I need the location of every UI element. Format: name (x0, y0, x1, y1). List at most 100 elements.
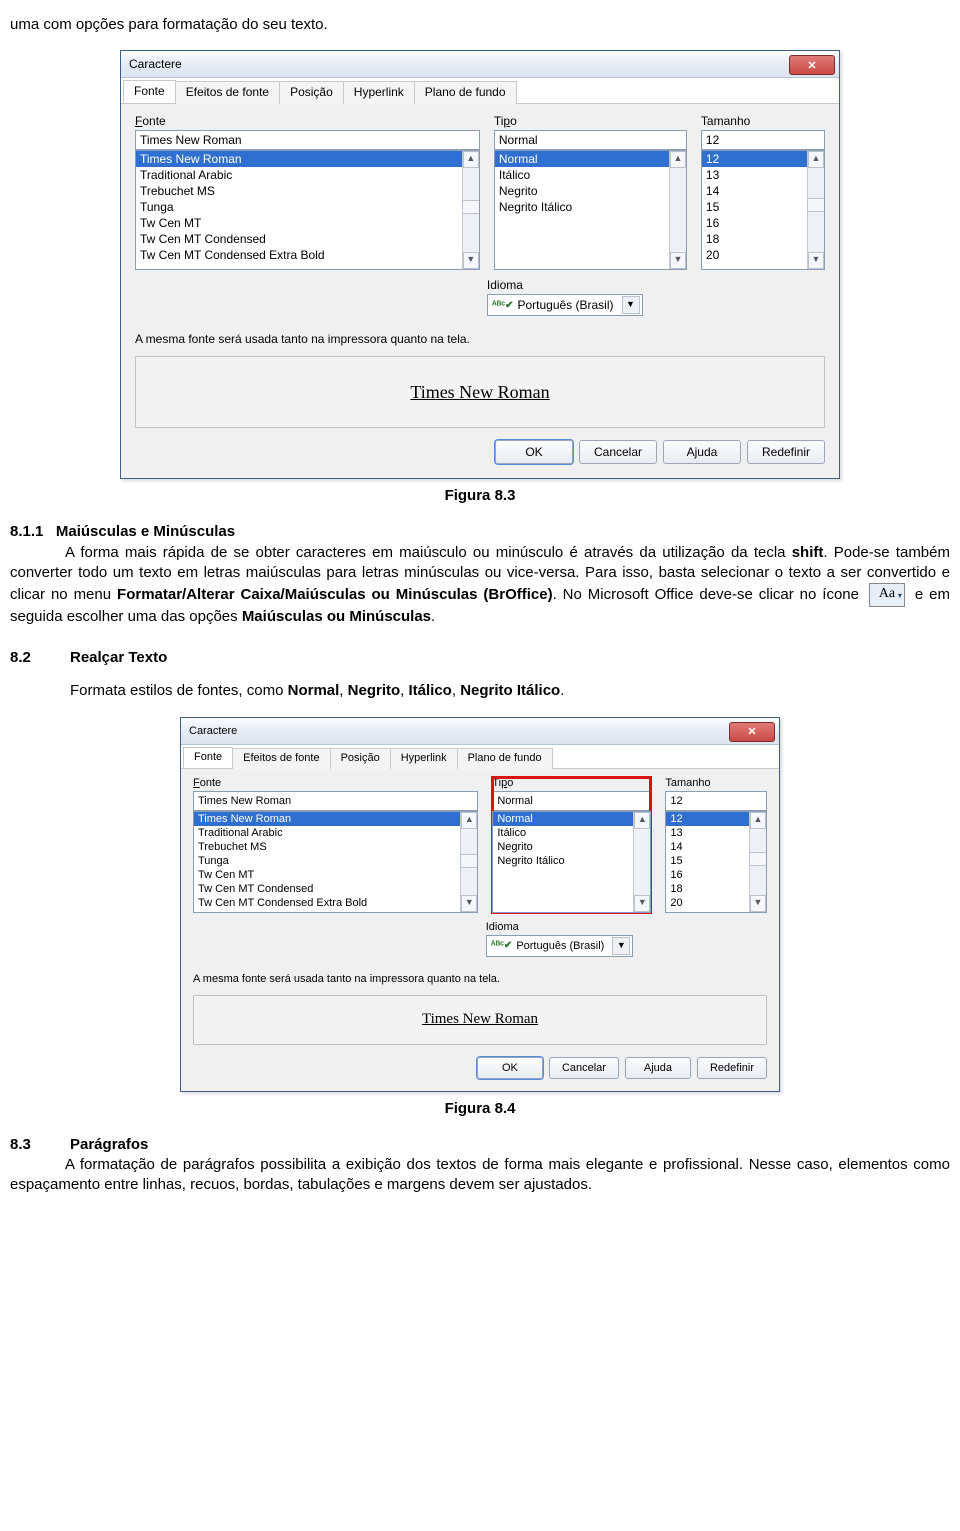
tab-posicao[interactable]: Posição (279, 81, 344, 104)
spellcheck-icon: ᴬᴮᶜ✔ (492, 300, 514, 311)
scrollbar[interactable]: ▲ ▼ (633, 812, 650, 912)
list-item[interactable]: Itálico (493, 826, 634, 840)
tab-hyperlink[interactable]: Hyperlink (390, 748, 458, 769)
scroll-down-icon[interactable]: ▼ (634, 895, 650, 912)
cancel-button[interactable]: Cancelar (549, 1057, 619, 1079)
list-item[interactable]: Negrito (493, 840, 634, 854)
list-item[interactable]: Times New Roman (194, 812, 461, 826)
list-item[interactable]: 16 (666, 868, 750, 882)
tamanho-input[interactable] (665, 791, 767, 811)
tamanho-listbox[interactable]: 12 13 14 15 16 18 20 ▲ ▼ (701, 150, 825, 270)
font-listbox[interactable]: Times New Roman Traditional Arabic Trebu… (193, 811, 478, 913)
tamanho-listbox[interactable]: 12 13 14 15 16 18 20 ▲ ▼ (665, 811, 767, 913)
scroll-down-icon[interactable]: ▼ (461, 895, 477, 912)
idioma-combo[interactable]: ᴬᴮᶜ✔ Português (Brasil) ▼ (486, 935, 634, 957)
close-icon[interactable]: ✕ (729, 722, 775, 742)
tab-plano-fundo[interactable]: Plano de fundo (457, 748, 553, 769)
scroll-thumb[interactable] (807, 198, 825, 212)
scroll-up-icon[interactable]: ▲ (808, 151, 824, 168)
scrollbar[interactable]: ▲ ▼ (749, 812, 766, 912)
list-item[interactable]: Tw Cen MT Condensed Extra Bold (136, 247, 463, 263)
scroll-up-icon[interactable]: ▲ (461, 812, 477, 829)
chevron-down-icon[interactable]: ▼ (622, 296, 640, 314)
list-item[interactable]: 18 (702, 231, 808, 247)
list-item[interactable]: Normal (495, 151, 670, 167)
tab-plano-fundo[interactable]: Plano de fundo (414, 81, 517, 104)
list-item[interactable]: Itálico (495, 167, 670, 183)
list-item[interactable]: Tunga (136, 199, 463, 215)
font-input[interactable] (193, 791, 478, 811)
close-icon[interactable]: ✕ (789, 55, 835, 75)
list-item[interactable]: 15 (702, 199, 808, 215)
scrollbar[interactable]: ▲ ▼ (807, 151, 824, 269)
scrollbar[interactable]: ▲ ▼ (669, 151, 686, 269)
list-item[interactable]: Trebuchet MS (136, 183, 463, 199)
list-item[interactable]: Traditional Arabic (194, 826, 461, 840)
list-item[interactable]: Traditional Arabic (136, 167, 463, 183)
list-item[interactable]: Tw Cen MT (136, 215, 463, 231)
tab-fonte[interactable]: Fonte (183, 747, 233, 768)
reset-button[interactable]: Redefinir (697, 1057, 767, 1079)
idioma-combo[interactable]: ᴬᴮᶜ✔ Português (Brasil) ▼ (487, 294, 643, 316)
list-item[interactable]: Tw Cen MT Condensed (136, 231, 463, 247)
list-item[interactable]: 14 (666, 840, 750, 854)
titlebar: Caractere ✕ (121, 51, 839, 78)
list-item[interactable]: Tw Cen MT (194, 868, 461, 882)
scroll-down-icon[interactable]: ▼ (750, 895, 766, 912)
list-item[interactable]: 12 (702, 151, 808, 167)
list-item[interactable]: Negrito Itálico (493, 854, 634, 868)
list-item[interactable]: 18 (666, 882, 750, 896)
list-item[interactable]: 20 (702, 247, 808, 263)
tipo-input[interactable] (492, 791, 651, 811)
font-listbox[interactable]: Times New Roman Traditional Arabic Trebu… (135, 150, 480, 270)
tipo-input[interactable] (494, 130, 687, 150)
scroll-up-icon[interactable]: ▲ (463, 151, 479, 168)
list-item[interactable]: Tunga (194, 854, 461, 868)
tab-efeitos[interactable]: Efeitos de fonte (232, 748, 330, 769)
scroll-thumb[interactable] (462, 200, 480, 214)
tab-posicao[interactable]: Posição (330, 748, 391, 769)
figure-caption-83: Figura 8.3 (10, 487, 950, 504)
list-item[interactable]: 16 (702, 215, 808, 231)
help-button[interactable]: Ajuda (663, 440, 741, 464)
list-item[interactable]: 13 (702, 167, 808, 183)
list-item[interactable]: Trebuchet MS (194, 840, 461, 854)
tab-hyperlink[interactable]: Hyperlink (343, 81, 415, 104)
scrollbar[interactable]: ▲ ▼ (460, 812, 477, 912)
list-item[interactable]: Negrito (495, 183, 670, 199)
list-item[interactable]: Tw Cen MT Condensed (194, 882, 461, 896)
scroll-up-icon[interactable]: ▲ (750, 812, 766, 829)
tipo-listbox[interactable]: Normal Itálico Negrito Negrito Itálico ▲… (494, 150, 687, 270)
section-82-header: 8.2Realçar Texto (10, 649, 950, 666)
list-item[interactable]: Times New Roman (136, 151, 463, 167)
scroll-down-icon[interactable]: ▼ (670, 252, 686, 269)
list-item[interactable]: Normal (493, 812, 634, 826)
help-button[interactable]: Ajuda (625, 1057, 691, 1079)
character-dialog-2: Caractere ✕ Fonte Efeitos de fonte Posiç… (180, 717, 780, 1092)
scrollbar[interactable]: ▲ ▼ (462, 151, 479, 269)
tab-efeitos[interactable]: Efeitos de fonte (175, 81, 280, 104)
scroll-down-icon[interactable]: ▼ (463, 252, 479, 269)
tab-fonte[interactable]: Fonte (123, 80, 176, 103)
tamanho-input[interactable] (701, 130, 825, 150)
list-item[interactable]: 13 (666, 826, 750, 840)
ok-button[interactable]: OK (477, 1057, 543, 1079)
tipo-listbox[interactable]: Normal Itálico Negrito Negrito Itálico ▲… (492, 811, 651, 913)
scroll-up-icon[interactable]: ▲ (670, 151, 686, 168)
scroll-thumb[interactable] (460, 854, 478, 868)
font-input[interactable] (135, 130, 480, 150)
chevron-down-icon[interactable]: ▼ (612, 937, 630, 955)
dialog-title: Caractere (129, 57, 182, 71)
list-item[interactable]: 12 (666, 812, 750, 826)
list-item[interactable]: Tw Cen MT Condensed Extra Bold (194, 896, 461, 910)
list-item[interactable]: 14 (702, 183, 808, 199)
scroll-thumb[interactable] (749, 852, 767, 866)
reset-button[interactable]: Redefinir (747, 440, 825, 464)
cancel-button[interactable]: Cancelar (579, 440, 657, 464)
scroll-down-icon[interactable]: ▼ (808, 252, 824, 269)
list-item[interactable]: 15 (666, 854, 750, 868)
ok-button[interactable]: OK (495, 440, 573, 464)
list-item[interactable]: Negrito Itálico (495, 199, 670, 215)
scroll-up-icon[interactable]: ▲ (634, 812, 650, 829)
list-item[interactable]: 20 (666, 896, 750, 910)
